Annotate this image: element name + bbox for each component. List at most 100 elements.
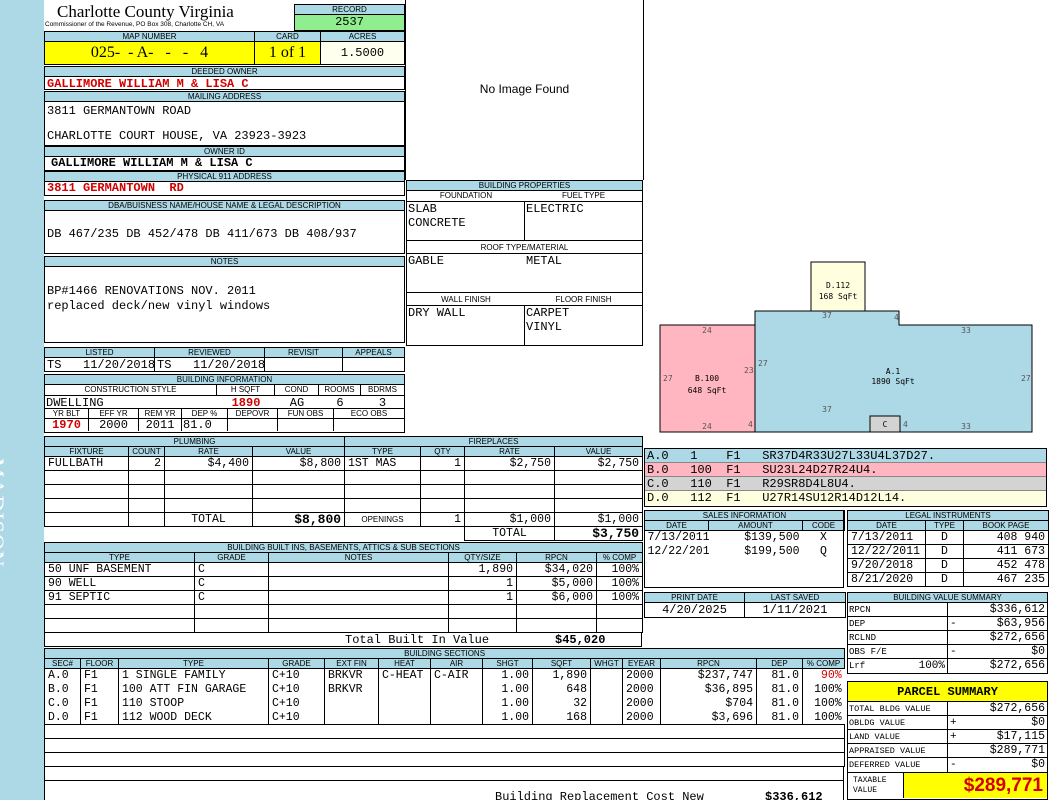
value-summary-pct — [906, 603, 948, 616]
section-cell: 648 — [532, 682, 591, 697]
effyr-label: EFF YR — [89, 409, 139, 418]
fireplace-qty: 1 — [420, 456, 465, 471]
plumbing-header: VALUE — [251, 446, 346, 457]
record-box: RECORD 2537 — [294, 4, 405, 31]
sections-header-row: SEC# FLOOR TYPE GRADE EXT FIN HEAT AIR SHGT SQFT… — [44, 658, 846, 669]
sections-header: SQFT — [532, 658, 591, 669]
section-row: B.0 F1 100 ATT FIN GARAGE C+10 BRKVR 1.00 648 2… — [44, 682, 845, 697]
county-title: Charlotte County Virginia — [57, 2, 234, 21]
built-in-qty: 1 — [448, 576, 517, 591]
legal-type: D — [925, 530, 964, 545]
value-summary-sign: - — [950, 646, 957, 658]
built-in-grade: C — [194, 590, 269, 605]
built-in-row: 91 SEPTIC C 1 $6,000 100% — [44, 590, 644, 605]
floor-cell: CARPET VINYL — [525, 306, 642, 345]
b-area: 648 SqFt — [688, 386, 727, 395]
building-sections: BUILDING SECTIONS SEC# FLOOR TYPE GRADE EXT … — [43, 648, 846, 800]
print-date: 4/20/2025 — [662, 603, 727, 617]
sections-header: EXT FIN — [324, 658, 379, 669]
legal-description-box: DBA/BUISNESS NAME/HOUSE NAME & LEGAL DES… — [44, 200, 405, 254]
building-information: BUILDING INFORMATION CONSTRUCTION STYLE … — [44, 374, 405, 433]
legal-type: D — [925, 558, 964, 573]
legal-header: DATE — [847, 520, 926, 531]
built-in-comp: 100% — [595, 562, 644, 577]
section-row: A.0 F1 1 SINGLE FAMILY C+10 BRKVR C-HEAT C-AIR… — [44, 668, 845, 683]
plumbing-total-label: TOTAL — [164, 512, 253, 527]
section-cell: $36,895 — [660, 682, 757, 697]
section-cell: C+10 — [268, 696, 325, 711]
reviewed-label: REVIEWED — [155, 348, 264, 358]
section-cell: 2000 — [622, 668, 661, 683]
sales-header: CODE — [802, 520, 845, 531]
parcel-summary-rows: TOTAL BLDG VALUE $272,656 OBLDG VALUE + $0 LA… — [848, 702, 1047, 772]
fireplace-row-empty — [344, 470, 644, 485]
physical-address: 3811 GERMANTOWN RD — [47, 181, 184, 195]
dim-label: 33 — [961, 422, 971, 431]
section-cell: 168 — [532, 710, 591, 725]
map-number: 025- - A- - - 4 — [45, 42, 254, 64]
effyr-value: 2000 — [89, 419, 139, 431]
dep-label: DEP % — [182, 409, 228, 418]
plumbing-rate: $4,400 — [164, 456, 253, 471]
built-in-type: 91 SEPTIC — [44, 590, 195, 605]
sketch-segments: A.0 1 F1 SR37D4R33U27L33U4L37D27. B.0 100… — [644, 448, 1047, 507]
plumbing-count: 2 — [128, 456, 165, 471]
section-cell: 1.00 — [482, 710, 533, 725]
rooms-value: 6 — [336, 396, 344, 410]
building-info-title: BUILDING INFORMATION — [45, 375, 404, 385]
value-summary-pct — [906, 631, 948, 644]
sections-total: $336,612 — [765, 790, 823, 800]
section-cell: 81.0 — [756, 696, 803, 711]
taxable-label-1: TAXABLE — [853, 776, 887, 785]
section-cell — [430, 682, 483, 697]
sections-header: % COMP — [801, 658, 846, 669]
legal-type: D — [925, 544, 964, 559]
sales-title: SALES INFORMATION — [644, 510, 845, 521]
building-sketch: D.112 168 SqFt B.100 648 SqFt A.1 1890 S… — [644, 0, 1050, 448]
parcel-summary-row: TOTAL BLDG VALUE $272,656 — [848, 702, 1047, 716]
notes-line2: replaced deck/new vinyl windows — [47, 299, 271, 313]
parcel-summary-value: $272,656 — [989, 702, 1045, 715]
plumbing-fixture: FULLBATH — [44, 456, 129, 471]
card-value: 1 of 1 — [255, 42, 320, 64]
built-in-comp: 100% — [595, 576, 644, 591]
section-row-empty — [44, 738, 846, 753]
value-summary-row: OBS F/E - $0 — [848, 645, 1047, 659]
value-summary-sign — [948, 603, 960, 616]
funobs-label: FUN OBS — [278, 409, 334, 418]
built-ins-table: BUILDING BUILT INS, BASEMENTS, ATTICS & … — [43, 542, 644, 647]
map-number-label: MAP NUMBER — [45, 32, 254, 42]
built-in-rpcn: $6,000 — [516, 590, 597, 605]
built-in-row: 90 WELL C 1 $5,000 100% — [44, 576, 644, 591]
fireplace-type: 1ST MAS — [344, 456, 421, 471]
sketch-segment-row: D.0 112 F1 U27R14SU12R14D12L14. — [645, 491, 1046, 505]
parcel-summary-label: TOTAL BLDG VALUE — [848, 702, 948, 715]
depovr-value — [228, 419, 278, 431]
fireplace-row-empty — [344, 498, 644, 513]
value-summary-value: $272,656 — [989, 659, 1045, 672]
plumbing-row-empty — [44, 484, 346, 499]
section-cell — [378, 682, 431, 697]
remyr-value: 2011 — [139, 419, 182, 431]
built-in-total: $45,020 — [555, 633, 606, 647]
review-row: LISTED TS 11/20/2018 REVIEWED TS 11/20/2… — [44, 347, 405, 372]
value-summary-rows: RPCN $336,612 DEP - $63,956 RCLND $272,656 OBS … — [848, 603, 1047, 673]
built-in-type: 50 UNF BASEMENT — [44, 562, 195, 577]
sections-header: HEAT — [378, 658, 431, 669]
record-label: RECORD — [295, 5, 404, 15]
section-cell: F1 — [80, 696, 119, 711]
legal-row: 12/22/2011 D 411 673 — [847, 544, 1050, 559]
fireplace-value: $2,750 — [553, 456, 644, 471]
appeals-cell: APPEALS — [343, 348, 404, 371]
foundation-value-1: SLAB — [408, 202, 437, 216]
sale-code: Q — [820, 545, 827, 558]
plumbing-total: $8,800 — [251, 512, 346, 527]
section-cell: 112 WOOD DECK — [118, 710, 269, 725]
sale-date: 12/22/2011 — [647, 545, 709, 558]
plumbing-row-empty — [44, 498, 346, 513]
map-number-cell: MAP NUMBER 025- - A- - - 4 — [45, 32, 255, 64]
foundation-row: SLAB CONCRETE ELECTRIC — [407, 201, 642, 241]
parcel-summary-sign — [948, 744, 962, 757]
legal-type: D — [925, 572, 964, 587]
revisit-label: REVISIT — [265, 348, 342, 358]
